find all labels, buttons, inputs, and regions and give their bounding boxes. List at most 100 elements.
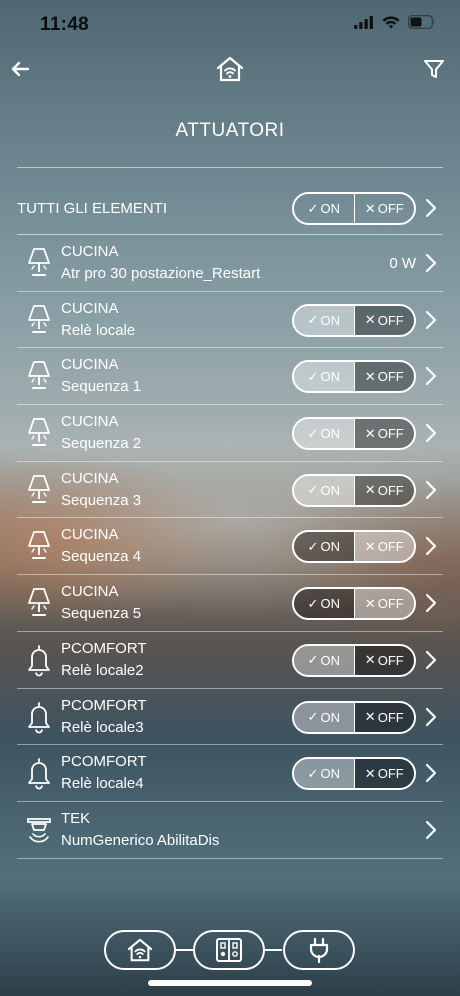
tab-connector — [176, 949, 193, 951]
actuator-row[interactable]: PCOMFORT Relè locale3 ✓ ON ✕ OFF — [17, 689, 443, 746]
power-reading: 0 W — [389, 255, 416, 272]
chevron-right-icon[interactable] — [425, 820, 437, 840]
title-divider — [17, 167, 443, 168]
tab-connector — [265, 949, 282, 951]
on-button[interactable]: ✓ ON — [294, 475, 355, 505]
chevron-right-icon[interactable] — [425, 650, 437, 670]
off-button[interactable]: ✕ OFF — [354, 645, 414, 675]
chevron-right-icon[interactable] — [425, 763, 437, 783]
on-button[interactable]: ✓ ON — [294, 419, 355, 449]
cross-icon: ✕ — [364, 595, 376, 611]
chevron-right-icon[interactable] — [425, 536, 437, 556]
off-button[interactable]: ✕ OFF — [354, 305, 414, 335]
off-button[interactable]: ✕ OFF — [354, 362, 414, 392]
chevron-right-icon[interactable] — [425, 366, 437, 386]
actuator-room: PCOMFORT — [61, 639, 147, 657]
chevron-right-icon[interactable] — [425, 707, 437, 727]
actuator-list: TUTTI GLI ELEMENTI ✓ ON ✕ OFF CUCINA Atr pr… — [17, 180, 443, 859]
back-arrow-icon — [11, 61, 30, 77]
actuator-row[interactable]: CUCINA Relè locale ✓ ON ✕ OFF — [17, 292, 443, 349]
on-off-toggle: ✓ ON ✕ OFF — [292, 473, 416, 507]
all-off-button[interactable]: ✕ OFF — [355, 194, 415, 223]
check-icon: ✓ — [307, 312, 319, 328]
on-button[interactable]: ✓ ON — [294, 589, 355, 619]
all-on-button[interactable]: ✓ ON — [294, 194, 355, 223]
on-off-toggle: ✓ ON ✕ OFF — [292, 530, 416, 564]
smart-home-icon — [127, 938, 153, 962]
on-button[interactable]: ✓ ON — [294, 532, 355, 562]
actuator-row[interactable]: PCOMFORT Relè locale2 ✓ ON ✕ OFF — [17, 632, 443, 689]
actuator-name: Relè locale — [61, 321, 136, 339]
check-icon: ✓ — [307, 765, 319, 781]
actuator-row[interactable]: PCOMFORT Relè locale4 ✓ ON ✕ OFF — [17, 745, 443, 802]
all-items-row[interactable]: TUTTI GLI ELEMENTI ✓ ON ✕ OFF — [17, 180, 443, 235]
actuator-room: CUCINA — [61, 356, 119, 374]
nav-bar — [0, 50, 460, 90]
off-button[interactable]: ✕ OFF — [354, 589, 414, 619]
bell-icon — [23, 756, 55, 790]
actuator-row[interactable]: TEK NumGenerico AbilitaDis — [17, 802, 443, 859]
check-icon: ✓ — [307, 425, 319, 441]
actuator-room: PCOMFORT — [61, 753, 147, 771]
check-icon: ✓ — [307, 595, 319, 611]
actuator-row[interactable]: CUCINA Sequenza 3 ✓ ON ✕ OFF — [17, 462, 443, 519]
chevron-right-icon[interactable] — [425, 593, 437, 613]
smart-home-icon — [216, 56, 244, 82]
on-button[interactable]: ✓ ON — [294, 305, 355, 335]
on-off-toggle: ✓ ON ✕ OFF — [292, 700, 416, 734]
actuator-name: Relè locale3 — [61, 718, 144, 736]
chevron-right-icon[interactable] — [425, 423, 437, 443]
filter-button[interactable] — [420, 52, 448, 86]
tab-home[interactable] — [104, 930, 176, 970]
wifi-icon — [382, 15, 400, 34]
on-button[interactable]: ✓ ON — [294, 759, 355, 789]
chevron-right-icon[interactable] — [425, 198, 437, 218]
actuator-name: Relè locale4 — [61, 775, 144, 793]
actuator-name: NumGenerico AbilitaDis — [61, 831, 220, 849]
lamp-icon — [23, 246, 55, 280]
home-button[interactable] — [212, 52, 248, 86]
on-button[interactable]: ✓ ON — [294, 645, 355, 675]
actuator-name: Relè locale2 — [61, 661, 144, 679]
actuator-room: CUCINA — [61, 583, 119, 601]
actuator-row[interactable]: CUCINA Sequenza 5 ✓ ON ✕ OFF — [17, 575, 443, 632]
check-icon: ✓ — [307, 200, 319, 216]
siren-icon — [23, 813, 55, 847]
cross-icon: ✕ — [364, 312, 376, 328]
tab-control-panel[interactable] — [193, 930, 265, 970]
actuator-row[interactable]: CUCINA Sequenza 1 ✓ ON ✕ OFF — [17, 348, 443, 406]
back-button[interactable] — [6, 52, 34, 86]
chevron-right-icon[interactable] — [425, 480, 437, 500]
plug-icon — [309, 937, 329, 963]
on-button[interactable]: ✓ ON — [294, 362, 355, 392]
check-icon: ✓ — [307, 709, 319, 724]
actuator-row[interactable]: CUCINA Atr pro 30 postazione_Restart 0 W — [17, 235, 443, 292]
off-button[interactable]: ✕ OFF — [354, 702, 414, 732]
bell-icon — [23, 643, 55, 677]
tab-energy[interactable] — [283, 930, 355, 970]
on-off-toggle: ✓ ON ✕ OFF — [292, 587, 416, 621]
cross-icon: ✕ — [364, 425, 376, 441]
lamp-icon — [23, 359, 55, 393]
on-off-toggle: ✓ ON ✕ OFF — [292, 417, 416, 451]
off-button[interactable]: ✕ OFF — [354, 475, 414, 505]
off-button[interactable]: ✕ OFF — [354, 532, 414, 562]
lamp-icon — [23, 529, 55, 563]
chevron-right-icon[interactable] — [425, 253, 437, 273]
off-button[interactable]: ✕ OFF — [354, 419, 414, 449]
actuator-room: CUCINA — [61, 299, 119, 317]
cross-icon: ✕ — [364, 709, 376, 724]
actuator-room: CUCINA — [61, 413, 119, 431]
actuator-row[interactable]: CUCINA Sequenza 4 ✓ ON ✕ OFF — [17, 518, 443, 576]
bottom-tab-bar — [0, 928, 460, 972]
off-button[interactable]: ✕ OFF — [354, 759, 414, 789]
chevron-right-icon[interactable] — [425, 310, 437, 330]
home-indicator — [148, 980, 312, 986]
status-bar: 11:48 — [0, 0, 460, 48]
lamp-icon — [23, 473, 55, 507]
actuator-row[interactable]: CUCINA Sequenza 2 ✓ ON ✕ OFF — [17, 405, 443, 462]
on-button[interactable]: ✓ ON — [294, 702, 355, 732]
actuator-name: Sequenza 1 — [61, 378, 142, 396]
lamp-icon — [23, 303, 55, 337]
actuator-name: Sequenza 3 — [61, 491, 142, 509]
